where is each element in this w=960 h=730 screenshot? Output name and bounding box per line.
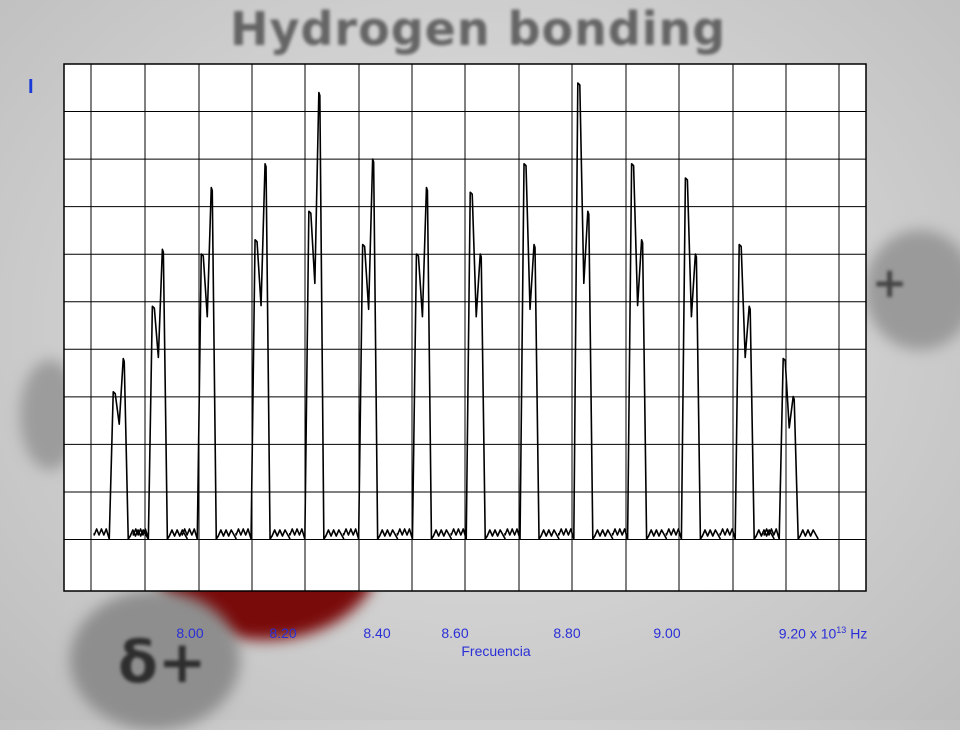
- spectrum-chart: [63, 63, 867, 592]
- x-axis-label: Frecuencia: [461, 643, 531, 659]
- x-tick-label: 9.00: [653, 625, 681, 641]
- x-tick-label: 8.00: [176, 625, 204, 641]
- y-axis-label: I: [28, 76, 34, 98]
- x-tick-label: 8.40: [363, 625, 391, 641]
- x-tick-label: 8.60: [441, 625, 469, 641]
- x-tick-label: 8.20: [269, 625, 297, 641]
- x-tick-label: 9.20 x 1013 Hz: [778, 625, 868, 642]
- x-tick-label: 8.80: [553, 625, 581, 641]
